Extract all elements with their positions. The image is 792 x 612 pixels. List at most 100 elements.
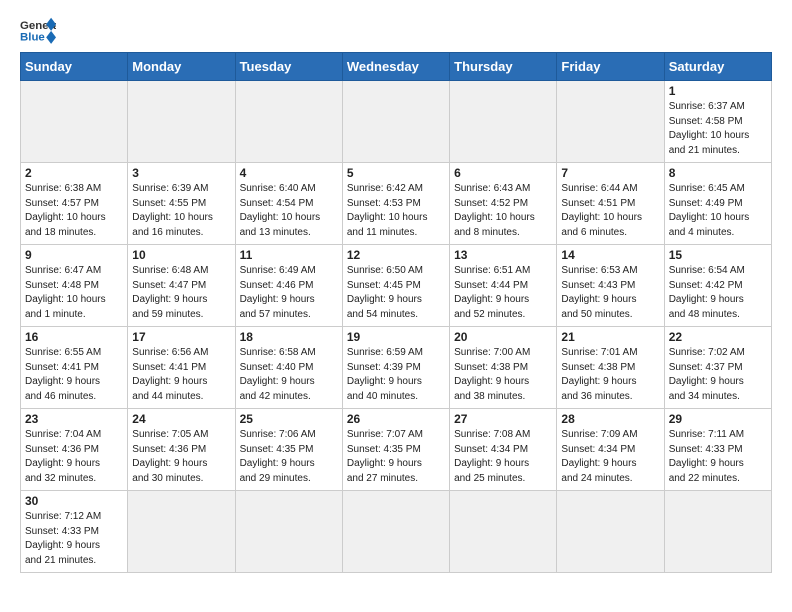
- calendar-cell: 3Sunrise: 6:39 AM Sunset: 4:55 PM Daylig…: [128, 163, 235, 245]
- day-info: Sunrise: 6:56 AM Sunset: 4:41 PM Dayligh…: [132, 346, 230, 404]
- calendar-cell: 19 Sunrise: 6:59 AM Sunset: 4:39 PM Dayli…: [342, 327, 449, 409]
- day-number: 30: [25, 494, 123, 508]
- day-number: 3: [132, 166, 230, 180]
- calendar-week-row: 30 Sunrise: 7:12 AM Sunset: 4:33 PM Dayli…: [21, 491, 772, 573]
- calendar-cell: 17 Sunrise: 6:56 AM Sunset: 4:41 PM Dayli…: [128, 327, 235, 409]
- calendar-cell: 2 Sunrise: 6:38 AM Sunset: 4:57 PM Daylig…: [21, 163, 128, 245]
- day-info: Sunrise: 7:06 AM Sunset: 4:35 PM Dayligh…: [240, 428, 338, 486]
- header: General Blue: [20, 16, 772, 44]
- calendar-cell: [450, 491, 557, 573]
- day-number: 11: [240, 248, 338, 262]
- calendar-cell: 23Sunrise: 7:04 AM Sunset: 4:36 PM Dayli…: [21, 409, 128, 491]
- calendar-cell: 15 Sunrise: 6:54 AM Sunset: 4:42 PM Dayli…: [664, 245, 771, 327]
- day-number: 2: [25, 166, 123, 180]
- day-number: 22: [669, 330, 767, 344]
- day-number: 28: [561, 412, 659, 426]
- day-info: Sunrise: 6:40 AM Sunset: 4:54 PM Dayligh…: [240, 182, 338, 240]
- calendar-cell: 14Sunrise: 6:53 AM Sunset: 4:43 PM Dayli…: [557, 245, 664, 327]
- calendar-cell: 7 Sunrise: 6:44 AM Sunset: 4:51 PM Daylig…: [557, 163, 664, 245]
- weekday-saturday: Saturday: [664, 53, 771, 81]
- day-info: Sunrise: 6:54 AM Sunset: 4:42 PM Dayligh…: [669, 264, 767, 322]
- svg-text:Blue: Blue: [20, 32, 45, 44]
- calendar-cell: [235, 81, 342, 163]
- day-info: Sunrise: 6:47 AM Sunset: 4:48 PM Dayligh…: [25, 264, 123, 322]
- day-info: Sunrise: 6:50 AM Sunset: 4:45 PM Dayligh…: [347, 264, 445, 322]
- day-info: Sunrise: 6:38 AM Sunset: 4:57 PM Dayligh…: [25, 182, 123, 240]
- calendar-cell: 8Sunrise: 6:45 AM Sunset: 4:49 PM Daylig…: [664, 163, 771, 245]
- day-number: 15: [669, 248, 767, 262]
- calendar-cell: [342, 81, 449, 163]
- calendar-cell: [128, 491, 235, 573]
- day-info: Sunrise: 7:09 AM Sunset: 4:34 PM Dayligh…: [561, 428, 659, 486]
- day-number: 29: [669, 412, 767, 426]
- calendar-week-row: 23Sunrise: 7:04 AM Sunset: 4:36 PM Dayli…: [21, 409, 772, 491]
- day-info: Sunrise: 6:43 AM Sunset: 4:52 PM Dayligh…: [454, 182, 552, 240]
- day-number: 7: [561, 166, 659, 180]
- calendar-week-row: 1 Sunrise: 6:37 AM Sunset: 4:58 PM Daylig…: [21, 81, 772, 163]
- calendar-cell: 24 Sunrise: 7:05 AM Sunset: 4:36 PM Dayli…: [128, 409, 235, 491]
- day-number: 17: [132, 330, 230, 344]
- day-number: 21: [561, 330, 659, 344]
- weekday-header-row: SundayMondayTuesdayWednesdayThursdayFrid…: [21, 53, 772, 81]
- calendar-cell: 9 Sunrise: 6:47 AM Sunset: 4:48 PM Daylig…: [21, 245, 128, 327]
- day-info: Sunrise: 6:55 AM Sunset: 4:41 PM Dayligh…: [25, 346, 123, 404]
- calendar-cell: [235, 491, 342, 573]
- calendar-table: SundayMondayTuesdayWednesdayThursdayFrid…: [20, 52, 772, 573]
- calendar-week-row: 16 Sunrise: 6:55 AM Sunset: 4:41 PM Dayli…: [21, 327, 772, 409]
- day-info: Sunrise: 7:05 AM Sunset: 4:36 PM Dayligh…: [132, 428, 230, 486]
- calendar-cell: [450, 81, 557, 163]
- weekday-friday: Friday: [557, 53, 664, 81]
- day-number: 6: [454, 166, 552, 180]
- calendar-cell: 29Sunrise: 7:11 AM Sunset: 4:33 PM Dayli…: [664, 409, 771, 491]
- day-info: Sunrise: 6:49 AM Sunset: 4:46 PM Dayligh…: [240, 264, 338, 322]
- day-info: Sunrise: 7:08 AM Sunset: 4:34 PM Dayligh…: [454, 428, 552, 486]
- calendar-cell: [21, 81, 128, 163]
- calendar-cell: [342, 491, 449, 573]
- calendar-cell: 27 Sunrise: 7:08 AM Sunset: 4:34 PM Dayli…: [450, 409, 557, 491]
- calendar-cell: 12Sunrise: 6:50 AM Sunset: 4:45 PM Dayli…: [342, 245, 449, 327]
- calendar-week-row: 2 Sunrise: 6:38 AM Sunset: 4:57 PM Daylig…: [21, 163, 772, 245]
- calendar-cell: [664, 491, 771, 573]
- day-info: Sunrise: 6:53 AM Sunset: 4:43 PM Dayligh…: [561, 264, 659, 322]
- day-info: Sunrise: 6:58 AM Sunset: 4:40 PM Dayligh…: [240, 346, 338, 404]
- day-number: 25: [240, 412, 338, 426]
- weekday-monday: Monday: [128, 53, 235, 81]
- day-info: Sunrise: 7:00 AM Sunset: 4:38 PM Dayligh…: [454, 346, 552, 404]
- day-number: 16: [25, 330, 123, 344]
- day-info: Sunrise: 7:04 AM Sunset: 4:36 PM Dayligh…: [25, 428, 123, 486]
- calendar-cell: 11 Sunrise: 6:49 AM Sunset: 4:46 PM Dayli…: [235, 245, 342, 327]
- day-info: Sunrise: 6:48 AM Sunset: 4:47 PM Dayligh…: [132, 264, 230, 322]
- day-info: Sunrise: 6:51 AM Sunset: 4:44 PM Dayligh…: [454, 264, 552, 322]
- day-number: 24: [132, 412, 230, 426]
- day-number: 27: [454, 412, 552, 426]
- logo-icon: General Blue: [20, 16, 56, 44]
- day-number: 8: [669, 166, 767, 180]
- day-number: 5: [347, 166, 445, 180]
- day-info: Sunrise: 6:37 AM Sunset: 4:58 PM Dayligh…: [669, 100, 767, 158]
- calendar-cell: 13Sunrise: 6:51 AM Sunset: 4:44 PM Dayli…: [450, 245, 557, 327]
- day-number: 10: [132, 248, 230, 262]
- calendar-cell: [557, 491, 664, 573]
- day-info: Sunrise: 7:12 AM Sunset: 4:33 PM Dayligh…: [25, 510, 123, 568]
- day-info: Sunrise: 7:02 AM Sunset: 4:37 PM Dayligh…: [669, 346, 767, 404]
- calendar-cell: 10 Sunrise: 6:48 AM Sunset: 4:47 PM Dayli…: [128, 245, 235, 327]
- calendar-cell: 1 Sunrise: 6:37 AM Sunset: 4:58 PM Daylig…: [664, 81, 771, 163]
- day-info: Sunrise: 7:01 AM Sunset: 4:38 PM Dayligh…: [561, 346, 659, 404]
- weekday-wednesday: Wednesday: [342, 53, 449, 81]
- day-number: 1: [669, 84, 767, 98]
- day-number: 20: [454, 330, 552, 344]
- day-info: Sunrise: 6:59 AM Sunset: 4:39 PM Dayligh…: [347, 346, 445, 404]
- calendar-week-row: 9 Sunrise: 6:47 AM Sunset: 4:48 PM Daylig…: [21, 245, 772, 327]
- calendar-cell: 4Sunrise: 6:40 AM Sunset: 4:54 PM Daylig…: [235, 163, 342, 245]
- calendar-cell: 26Sunrise: 7:07 AM Sunset: 4:35 PM Dayli…: [342, 409, 449, 491]
- weekday-sunday: Sunday: [21, 53, 128, 81]
- day-number: 19: [347, 330, 445, 344]
- calendar-cell: [557, 81, 664, 163]
- day-info: Sunrise: 6:44 AM Sunset: 4:51 PM Dayligh…: [561, 182, 659, 240]
- day-number: 18: [240, 330, 338, 344]
- weekday-thursday: Thursday: [450, 53, 557, 81]
- calendar-cell: 5Sunrise: 6:42 AM Sunset: 4:53 PM Daylig…: [342, 163, 449, 245]
- calendar-cell: 28 Sunrise: 7:09 AM Sunset: 4:34 PM Dayli…: [557, 409, 664, 491]
- page: General Blue SundayMondayTuesdayWednesda…: [0, 0, 792, 593]
- day-number: 9: [25, 248, 123, 262]
